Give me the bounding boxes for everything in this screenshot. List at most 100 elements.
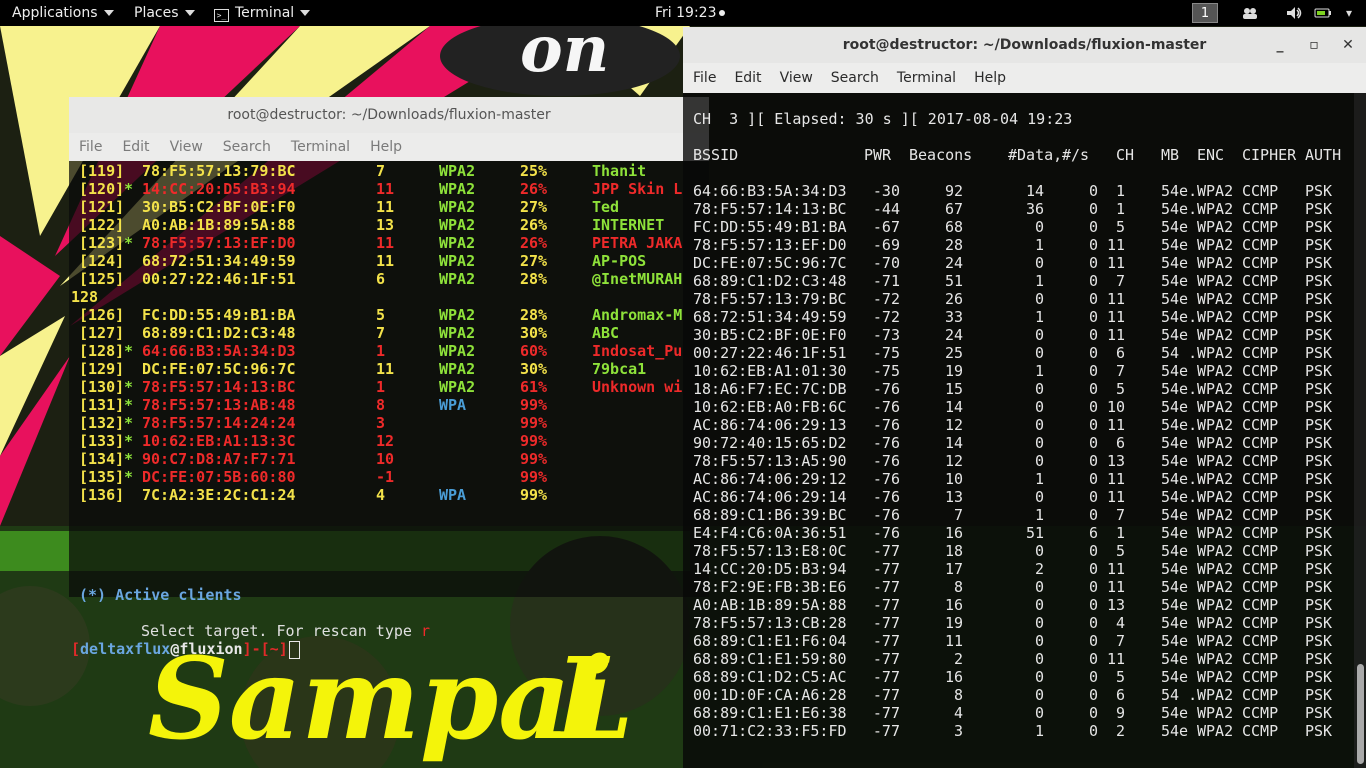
people-icon[interactable] [1241, 4, 1259, 22]
ap-mb: 54e [1161, 254, 1189, 272]
target-index: [129] [79, 360, 125, 378]
menu-file[interactable]: File [693, 70, 716, 86]
header-cipher: CIPHER [1242, 146, 1297, 164]
target-row[interactable]: [125] 00:27:22:46:1F:51 6 WPA2 28% @InetMURAH [69, 270, 689, 288]
battery-icon[interactable] [1314, 4, 1332, 22]
target-essid: Andromax-M [592, 306, 683, 324]
terminal-window-fluxion[interactable]: root@destructor: ~/Downloads/fluxion-mas… [69, 97, 709, 659]
scrollbar[interactable] [1354, 93, 1366, 768]
target-index: [122] [79, 216, 125, 234]
target-bssid: DC:FE:07:5B:60:80 [142, 468, 296, 486]
places-menu[interactable]: Places [134, 0, 195, 26]
target-row[interactable]: [132] * 78:F5:57:14:24:24 3 99% [69, 414, 689, 432]
ap-bssid: A0:AB:1B:89:5A:88 [693, 596, 847, 614]
target-row[interactable]: [134] * 90:C7:D8:A7:F7:71 10 99% [69, 450, 689, 468]
scrollbar-thumb[interactable] [1357, 664, 1364, 764]
shell-prompt[interactable]: [deltaxflux@fluxion]-[~] [71, 640, 300, 659]
target-row[interactable]: [120] * 14:CC:20:D5:B3:94 11 WPA2 26% JPP Skin… [69, 180, 689, 198]
ap-channel: 1 [1115, 182, 1125, 200]
active-client-marker: * [124, 450, 134, 468]
ap-rate: 0 [1088, 452, 1098, 470]
power-menu-icon[interactable]: ▾ [1340, 4, 1358, 22]
target-row[interactable]: [128] * 64:66:B3:5A:34:D3 1 WPA2 60% Indosat_P… [69, 342, 689, 360]
target-channel: 11 [376, 180, 395, 198]
ap-channel: 4 [1115, 614, 1125, 632]
menu-view[interactable]: View [170, 139, 203, 155]
workspace-indicator[interactable]: 1 [1192, 3, 1218, 23]
terminal-output[interactable]: 128 (*) Active clients Select target. Fo… [69, 161, 709, 659]
terminal-window-airodump[interactable]: root@destructor: ~/Downloads/fluxion-mas… [683, 27, 1366, 768]
ap-cipher: CCMP [1242, 326, 1279, 344]
ap-beacons: 12 [944, 416, 963, 434]
menu-help[interactable]: Help [974, 70, 1006, 86]
header-bssid: BSSID [693, 146, 739, 164]
target-row[interactable]: [136] 7C:A2:3E:2C:C1:24 4 WPA 99% [69, 486, 689, 504]
menu-terminal[interactable]: Terminal [291, 139, 350, 155]
clock[interactable]: Fri 19:23 [655, 0, 726, 26]
menu-view[interactable]: View [780, 70, 813, 86]
close-button[interactable]: ✕ [1333, 27, 1363, 63]
ap-mb: 54e [1161, 722, 1189, 740]
header-ch: CH [1116, 146, 1135, 164]
window-titlebar[interactable]: root@destructor: ~/Downloads/fluxion-mas… [69, 97, 709, 133]
ap-cipher: CCMP [1242, 470, 1279, 488]
ap-beacons: 2 [953, 650, 963, 668]
target-encryption: WPA2 [439, 306, 476, 324]
target-row[interactable]: [123] * 78:F5:57:13:EF:D0 11 WPA2 26% PETRA JA… [69, 234, 689, 252]
table-row: 78:F5:57:14:13:BC -44 67 36 0 1 54e. WPA2 CCMP PS… [693, 200, 1353, 218]
ap-beacons: 19 [944, 362, 963, 380]
applications-menu[interactable]: Applications [12, 0, 114, 26]
menu-search[interactable]: Search [223, 139, 271, 155]
target-bssid: 68:89:C1:D2:C3:48 [142, 324, 296, 342]
target-row[interactable]: [119] 78:F5:57:13:79:BC 7 WPA2 25% Thanit [69, 162, 689, 180]
target-row[interactable]: [122] A0:AB:1B:89:5A:88 13 WPA2 26% INTERNET [69, 216, 689, 234]
ap-channel: 11 [1106, 326, 1125, 344]
ap-power: -72 [872, 308, 900, 326]
ap-rate: 0 [1088, 326, 1098, 344]
ap-data: 1 [1034, 308, 1044, 326]
volume-icon[interactable] [1285, 4, 1303, 22]
ap-rate: 0 [1088, 254, 1098, 272]
menu-edit[interactable]: Edit [122, 139, 149, 155]
ap-channel: 9 [1115, 704, 1125, 722]
ap-rate: 0 [1088, 272, 1098, 290]
ap-enc: WPA2 [1197, 308, 1234, 326]
table-row: 78:F2:9E:FB:3B:E6 -77 8 0 0 11 54e WPA2 CCMP PSK [693, 578, 1353, 596]
terminal-output[interactable]: CH 3 ][ Elapsed: 30 s ][ 2017-08-04 19:2… [683, 93, 1366, 768]
menu-file[interactable]: File [79, 139, 102, 155]
target-row[interactable]: [131] * 78:F5:57:13:AB:48 8 WPA 99% [69, 396, 689, 414]
ap-power: -77 [872, 668, 900, 686]
menu-search[interactable]: Search [831, 70, 879, 86]
ap-power: -76 [872, 524, 900, 542]
ap-bssid: 68:89:C1:E1:59:80 [693, 650, 847, 668]
ap-auth: PSK [1305, 326, 1333, 344]
ap-channel: 7 [1115, 632, 1125, 650]
target-essid: @InetMURAH [592, 270, 683, 288]
menu-edit[interactable]: Edit [734, 70, 761, 86]
maximize-button[interactable]: ▫ [1299, 27, 1329, 63]
ap-data: 0 [1034, 596, 1044, 614]
target-row[interactable]: [135] * DC:FE:07:5B:60:80 -1 99% [69, 468, 689, 486]
notification-dot-icon [719, 10, 726, 16]
ap-bssid: AC:86:74:06:29:14 [693, 488, 847, 506]
target-row[interactable]: [129] DC:FE:07:5C:96:7C 11 WPA2 30% 79bca1 [69, 360, 689, 378]
ap-mb: 54e [1161, 236, 1189, 254]
menu-terminal[interactable]: Terminal [897, 70, 956, 86]
target-row[interactable]: [133] * 10:62:EB:A1:13:3C 12 99% [69, 432, 689, 450]
target-row[interactable]: [127] 68:89:C1:D2:C3:48 7 WPA2 30% ABC [69, 324, 689, 342]
minimize-button[interactable]: _ [1265, 27, 1295, 63]
target-row[interactable]: [126] FC:DD:55:49:B1:BA 5 WPA2 28% Andromax-M [69, 306, 689, 324]
ap-bssid: 78:F5:57:14:13:BC [693, 200, 847, 218]
target-row[interactable]: [130] * 78:F5:57:14:13:BC 1 WPA2 61% Unknown w… [69, 378, 689, 396]
target-row[interactable]: [121] 30:B5:C2:BF:0E:F0 11 WPA2 27% Ted [69, 198, 689, 216]
ap-rate: 0 [1088, 632, 1098, 650]
target-essid: Unknown wi [592, 378, 683, 396]
menu-help[interactable]: Help [370, 139, 402, 155]
terminal-app-menu[interactable]: >_ Terminal [214, 0, 311, 26]
target-row[interactable]: [124] 68:72:51:34:49:59 11 WPA2 27% AP-POS [69, 252, 689, 270]
svg-text:on: on [520, 26, 609, 87]
ap-mb: 54 . [1161, 686, 1198, 704]
window-titlebar[interactable]: root@destructor: ~/Downloads/fluxion-mas… [683, 27, 1366, 63]
ap-channel: 6 [1115, 686, 1125, 704]
active-client-marker: * [124, 432, 134, 450]
